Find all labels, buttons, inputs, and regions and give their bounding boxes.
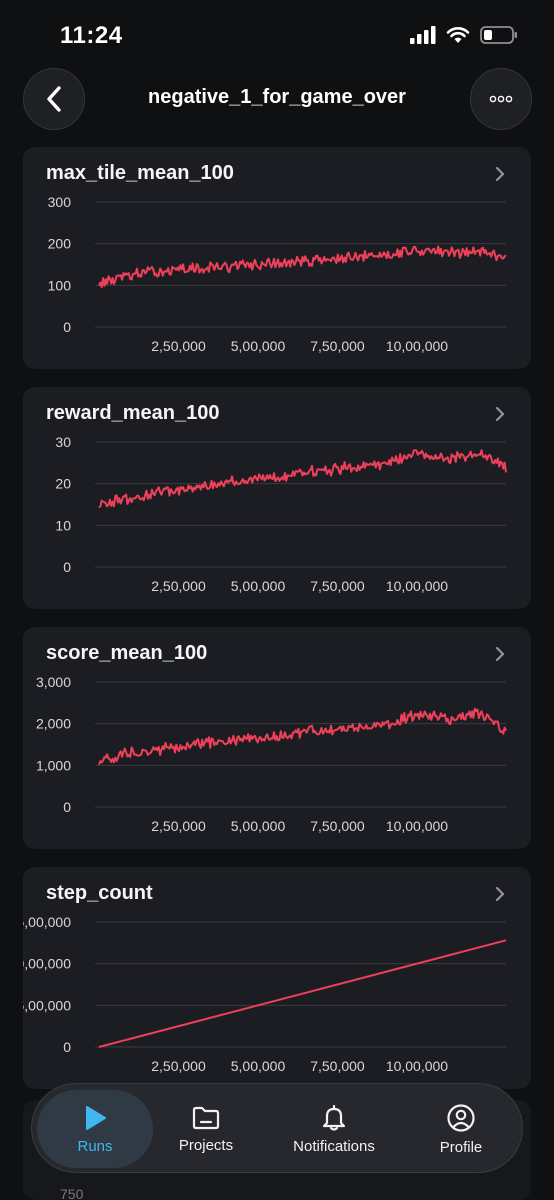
y-tick-label: 30	[55, 434, 71, 450]
x-tick-label: 5,00,000	[231, 578, 286, 594]
x-tick-label: 7,50,000	[310, 1058, 365, 1074]
y-tick-label: 200	[48, 236, 72, 252]
y-tick-label: 3,000	[36, 674, 71, 690]
chart-card[interactable]: score_mean_100 0 1,000 2,000 3,000 2,50,000 5…	[23, 627, 531, 849]
x-tick-label: 10,00,000	[386, 338, 448, 354]
chart-card[interactable]: step_count 05,00,00010,00,00015,00,0002,…	[23, 867, 531, 1089]
bell-icon	[322, 1104, 346, 1131]
y-tick-label: 0	[63, 559, 71, 575]
more-button[interactable]	[470, 68, 532, 130]
x-tick-label: 2,50,000	[151, 1058, 206, 1074]
signal-icon	[410, 26, 436, 44]
series-line	[98, 245, 507, 289]
y-tick-label: 15,00,000	[23, 914, 71, 930]
series-line	[98, 707, 507, 766]
nav-item-runs[interactable]: Runs	[37, 1090, 153, 1168]
x-tick-label: 2,50,000	[151, 578, 206, 594]
x-tick-label: 7,50,000	[310, 578, 365, 594]
battery-icon	[480, 26, 517, 44]
status-icons	[410, 26, 518, 44]
ellipsis-icon	[489, 95, 513, 103]
x-tick-label: 5,00,000	[231, 1058, 286, 1074]
bottom-nav: Runs Projects Notifications Profile	[31, 1083, 523, 1173]
nav-item-profile[interactable]: Profile	[416, 1090, 506, 1168]
x-tick-label: 10,00,000	[386, 578, 448, 594]
status-bar: 11:24	[0, 0, 554, 72]
x-tick-label: 10,00,000	[386, 818, 448, 834]
nav-label: Runs	[77, 1137, 113, 1155]
x-tick-label: 5,00,000	[231, 818, 286, 834]
series-line	[98, 449, 507, 509]
y-tick-label: 100	[48, 277, 72, 293]
y-tick-label: 10	[55, 517, 71, 533]
x-tick-label: 2,50,000	[151, 338, 206, 354]
play-icon	[86, 1105, 106, 1130]
y-tick-label: 10,00,000	[23, 956, 71, 972]
y-tick-label: 0	[63, 799, 71, 815]
x-tick-label: 2,50,000	[151, 818, 206, 834]
y-tick-label: 0	[63, 1039, 71, 1055]
line-chart: 0 5,00,000 10,00,000 15,00,000 2,50,000 5,00,…	[23, 914, 507, 1074]
folder-icon	[192, 1106, 220, 1129]
x-tick-label: 7,50,000	[310, 338, 365, 354]
person-icon	[447, 1103, 475, 1132]
nav-item-projects[interactable]: Projects	[160, 1090, 252, 1168]
y-tick-label: 1,000	[36, 757, 71, 773]
y-tick-label: 20	[55, 476, 71, 492]
y-tick-label: 0	[63, 319, 71, 335]
chart-card[interactable]: reward_mean_100 0 10 20 30 2,50,000 5,00,000 7…	[23, 387, 531, 609]
nav-item-notifications[interactable]: Notifications	[272, 1090, 396, 1168]
y-tick-label: 2,000	[36, 716, 71, 732]
line-chart: 0 100 200 300 2,50,000 5,00,000 7,50,000 10,00,…	[48, 194, 507, 354]
x-tick-label: 10,00,000	[386, 1058, 448, 1074]
header: negative_1_for_game_over	[0, 68, 554, 132]
y-tick-label: 750	[60, 1186, 84, 1200]
nav-label: Profile	[439, 1138, 483, 1156]
series-line	[98, 939, 507, 1048]
chart-card[interactable]: max_tile_mean_100 0 100 200 300 2,50,000 5,00…	[23, 147, 531, 369]
y-tick-label: 5,00,000	[23, 997, 71, 1013]
nav-label: Notifications	[293, 1137, 375, 1155]
line-chart: 0 10 20 30 2,50,000 5,00,000 7,50,000 10,00,000	[55, 434, 507, 594]
nav-label: Projects	[178, 1136, 234, 1154]
x-tick-label: 5,00,000	[231, 338, 286, 354]
line-chart: 0 1,000 2,000 3,000 2,50,000 5,00,000 7,50,000…	[36, 674, 507, 834]
status-time: 11:24	[60, 22, 123, 49]
y-tick-label: 300	[48, 194, 72, 210]
wifi-icon	[446, 27, 470, 43]
x-tick-label: 7,50,000	[310, 818, 365, 834]
